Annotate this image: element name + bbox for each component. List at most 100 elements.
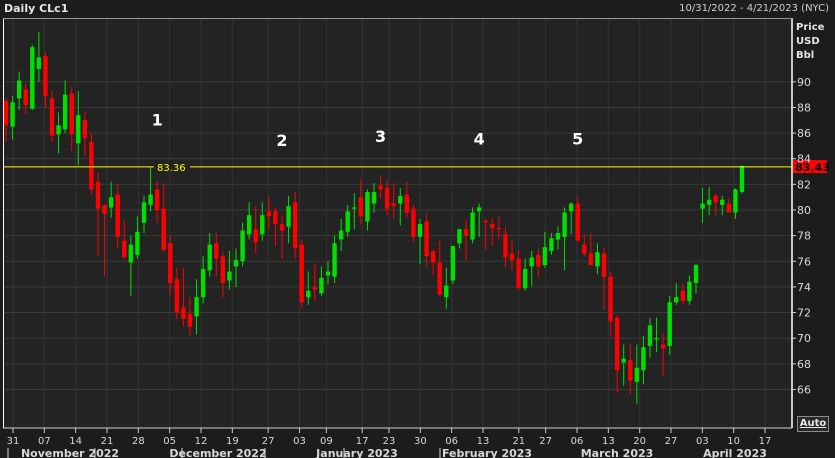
candle-body: [555, 233, 561, 240]
candle-body: [49, 98, 55, 136]
month-label: November 2022: [21, 447, 119, 458]
candle-body: [437, 262, 442, 295]
wave-label: 2: [276, 131, 287, 150]
x-tick-label: 05: [163, 436, 176, 447]
candle-body: [56, 125, 61, 135]
resistance-label: 83.36: [157, 163, 186, 174]
candle-body: [391, 203, 396, 207]
candle-up: [30, 44, 35, 111]
candle-body: [187, 313, 193, 327]
candle-body: [430, 251, 436, 263]
candle-body: [122, 240, 127, 258]
y-tick-label: 74: [797, 281, 811, 294]
candle-body: [549, 238, 554, 252]
candle-body: [463, 229, 469, 236]
x-tick-label: 06: [445, 436, 458, 447]
x-tick-label: 10: [727, 436, 740, 447]
candle-body: [720, 199, 725, 205]
x-tick-label: 21: [101, 436, 114, 447]
candle-body: [36, 57, 42, 69]
candle-body: [352, 207, 357, 209]
candle-body: [246, 215, 252, 235]
candle-down: [89, 133, 94, 195]
x-tick-label: 13: [477, 436, 490, 447]
candle-body: [161, 208, 166, 250]
candle-body: [424, 221, 429, 257]
y-tick-label: 90: [797, 76, 811, 89]
x-axis: 31 07 14 21 28 05 12 19 27 03 09 17 23 30 06 13 21 27 06 13…: [7, 428, 771, 458]
candle-body: [115, 194, 120, 237]
y-tick-label: 80: [797, 204, 811, 217]
candle-body: [450, 245, 456, 281]
candle-body: [687, 281, 692, 302]
candle-body: [700, 203, 705, 209]
candle-down: [299, 239, 304, 308]
candle-body: [233, 259, 239, 267]
candle-body: [654, 338, 659, 340]
candle-body: [141, 202, 147, 223]
candle-body: [292, 202, 298, 249]
y-tick-label: 70: [797, 332, 811, 345]
y-tick-label: 86: [797, 127, 811, 140]
candle-body: [174, 279, 180, 313]
candle-up: [739, 165, 745, 194]
candle-body: [470, 212, 475, 240]
candle-body: [509, 253, 515, 260]
candle-up: [470, 207, 475, 244]
candle-body: [3, 101, 9, 126]
candle-body: [490, 224, 495, 228]
candle-body: [69, 93, 74, 135]
month-label: March 2023: [581, 447, 654, 458]
candlestick-chart: 83.36 83.4312 3 4 5 Price USD Bbl 6668707274…: [3, 18, 830, 458]
y-tick-label: 76: [797, 255, 811, 268]
x-tick-label: 09: [320, 436, 333, 447]
candle-body: [634, 367, 640, 382]
candle-body: [10, 102, 15, 127]
candle-body: [62, 94, 68, 130]
candle-body: [706, 199, 712, 205]
candle-body: [595, 252, 600, 267]
x-tick-label: 27: [539, 436, 552, 447]
candle-body: [332, 243, 337, 277]
candle-body: [319, 277, 324, 294]
x-tick-label: 31: [7, 436, 20, 447]
x-tick-label: 20: [633, 436, 646, 447]
auto-scale-button[interactable]: Auto: [797, 416, 829, 432]
candle-body: [76, 115, 81, 144]
candle-body: [345, 211, 350, 232]
candle-body: [260, 215, 265, 235]
month-label: December 2022: [169, 447, 266, 458]
candle-body: [614, 317, 620, 371]
candle-body: [89, 142, 94, 190]
candle-down: [49, 90, 55, 143]
candle-body: [279, 224, 285, 231]
candle-body: [16, 80, 22, 99]
candle-body: [496, 227, 502, 230]
wave-label: 3: [375, 127, 386, 146]
y-axis-unit-currency: USD: [796, 36, 820, 47]
candle-body: [516, 258, 521, 289]
candle-body: [299, 244, 304, 303]
candle-body: [404, 194, 410, 213]
x-tick-label: 07: [38, 436, 51, 447]
y-axis-unit-measure: Bbl: [796, 50, 814, 61]
candle-body: [713, 195, 718, 203]
candle-body: [168, 243, 173, 284]
month-label: April 2023: [703, 447, 767, 458]
candle-body: [693, 265, 699, 284]
x-tick-label: 06: [571, 436, 584, 447]
candle-body: [384, 188, 390, 209]
candle-body: [154, 189, 160, 210]
x-tick-label: 17: [356, 436, 369, 447]
candle-down: [575, 197, 580, 241]
y-tick-label: 78: [797, 230, 811, 243]
candle-body: [378, 185, 383, 190]
candle-body: [529, 257, 534, 267]
y-tick-label: 72: [797, 307, 811, 320]
candle-body: [522, 268, 528, 289]
x-tick-label: 14: [69, 436, 82, 447]
wave-label: 5: [572, 130, 583, 149]
x-tick-label: 03: [696, 436, 709, 447]
candle-body: [483, 220, 488, 223]
candle-body: [240, 230, 245, 262]
